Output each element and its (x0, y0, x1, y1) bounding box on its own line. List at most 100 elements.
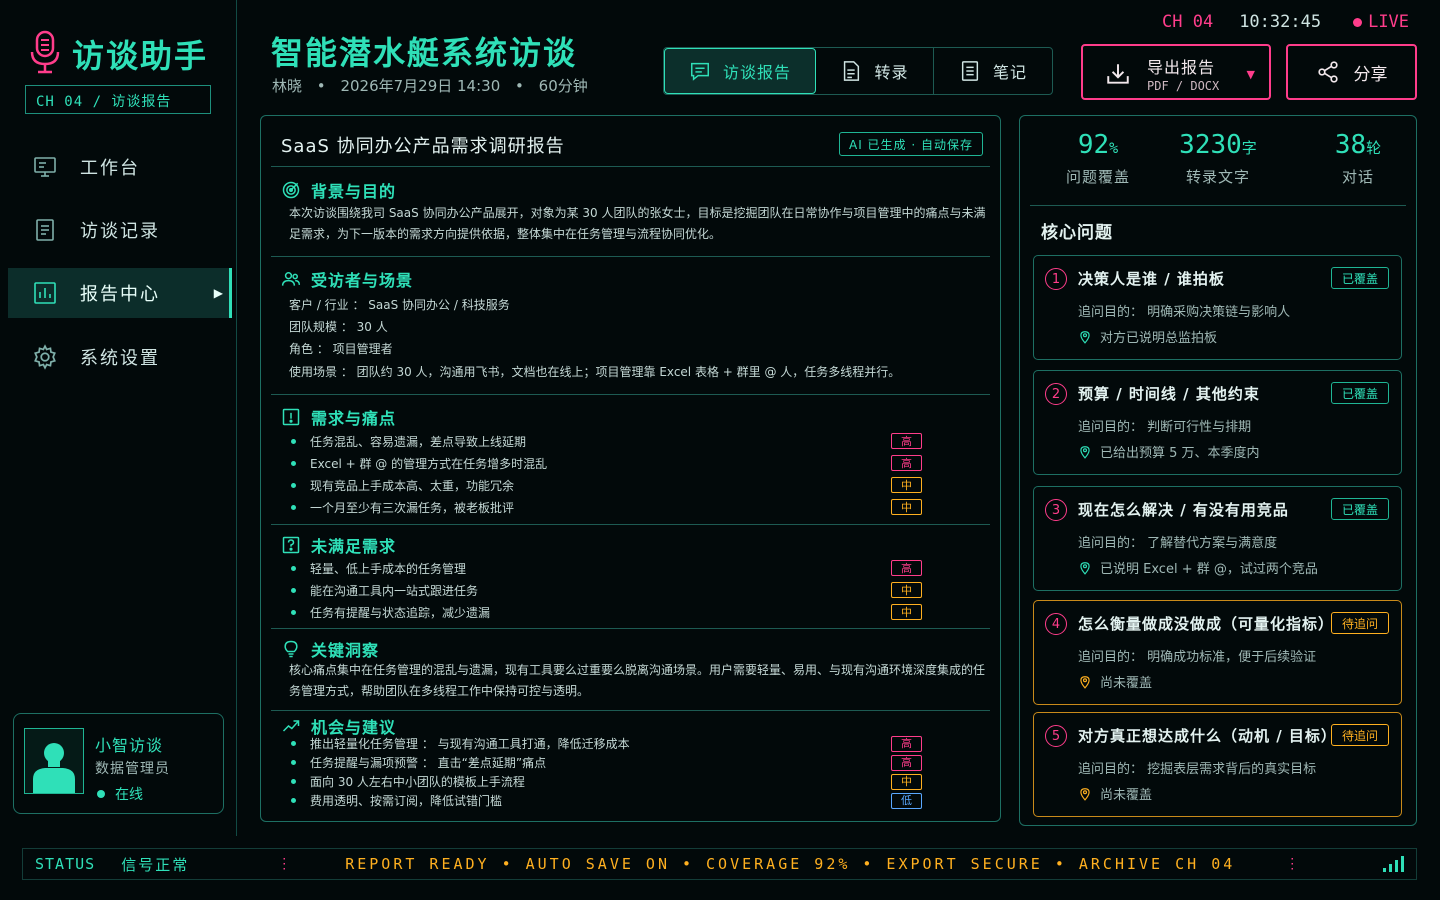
signal-bars-icon (1383, 856, 1405, 872)
question-card[interactable]: 4 怎么衡量做成没做成（可量化指标） 待追问 追问目的： 明确成功标准，便于后续… (1033, 600, 1402, 705)
section-title: 未满足需求 (311, 537, 397, 556)
question-icon (282, 536, 300, 554)
section-title: 需求与痛点 (311, 409, 397, 428)
share-label: 分享 (1353, 64, 1388, 85)
avatar (24, 728, 84, 794)
list-item: 任务有提醒与状态追踪，减少遗漏中 (289, 601, 979, 623)
pain-list: 任务混乱、容易遗漏，差点导致上线延期高 Excel + 群 @ 的管理方式在任务… (289, 430, 979, 518)
section-insight-text: 核心痛点集中在任务管理的混乱与遗漏，现有工具要么过重要么脱离沟通场景。用户需要轻… (289, 663, 986, 698)
users-icon (281, 272, 301, 286)
question-card[interactable]: 2 预算 / 时间线 / 其他约束 已覆盖 追问目的： 判断可行性与排期 已给出… (1033, 370, 1402, 475)
interviewee-scenario: 使用场景 ： 团队约 30 人，沟通用飞书，文档也在线上；项目管理靠 Excel… (289, 365, 901, 379)
list-item: 一个月至少有三次漏任务，被老板批评中 (289, 496, 979, 518)
divider (271, 628, 990, 629)
priority-badge: 高 (891, 433, 922, 449)
question-card[interactable]: 5 对方真正想达成什么（动机 / 目标） 待追问 追问目的： 挖掘表层需求背后的… (1033, 712, 1402, 817)
caret-right-icon: ▶ (213, 286, 225, 300)
chevron-down-icon[interactable]: ▼ (1247, 68, 1255, 81)
section-title: 关键洞察 (311, 641, 380, 660)
question-card[interactable]: 3 现在怎么解决 / 有没有用竞品 已覆盖 追问目的： 了解替代方案与满意度 已… (1033, 486, 1402, 591)
divider-icon: ⋮ (1285, 856, 1300, 872)
status-bar: STATUS 信号正常 ⋮ REPORT READY • AUTO SAVE ON •… (22, 848, 1417, 880)
document-icon (32, 217, 58, 243)
list-item: 任务提醒与漏项预警 ： 直击“差点延期”痛点高 (289, 753, 979, 772)
question-number: 1 (1045, 268, 1067, 290)
location-pin-icon (1080, 330, 1090, 344)
question-note: 已给出预算 5 万、本季度内 (1078, 442, 1260, 461)
priority-badge: 中 (891, 604, 922, 620)
question-title: 怎么衡量做成没做成（可量化指标） (1078, 615, 1335, 633)
report-title: SaaS 协同办公产品需求调研报告 (281, 136, 565, 157)
share-button[interactable]: 分享 (1286, 44, 1417, 100)
section-insight-heading: 关键洞察 (281, 637, 379, 661)
monitor-icon (32, 154, 58, 180)
user-card[interactable]: 小智访谈 数据管理员 在线 (13, 713, 224, 814)
question-number: 4 (1045, 613, 1067, 635)
divider (271, 710, 990, 711)
divider-icon: ⋮ (277, 856, 292, 872)
sidebar-item-workbench[interactable]: 工作台 (8, 142, 232, 192)
list-item: 推出轻量化任务管理 ： 与现有沟通工具打通，降低迁移成本高 (289, 734, 979, 753)
core-questions-title: 核心问题 (1041, 223, 1113, 243)
question-title: 对方真正想达成什么（动机 / 目标） (1078, 727, 1337, 745)
question-purpose: 追问目的： 明确采购决策链与影响人 (1078, 305, 1291, 320)
live-clock: 10:32:45 (1239, 12, 1322, 32)
priority-badge: 低 (891, 792, 922, 809)
section-title: 背景与目的 (311, 182, 397, 201)
location-pin-icon (1080, 787, 1090, 801)
report-panel: SaaS 协同办公产品需求调研报告 AI 已生成 · 自动保存 背景与目的 本次… (260, 115, 1001, 822)
gear-icon (32, 344, 58, 370)
status-state: 信号正常 (121, 855, 190, 874)
question-purpose: 追问目的： 挖掘表层需求背后的真实目标 (1078, 762, 1317, 777)
tab-label: 转录 (874, 63, 909, 82)
notes-icon (961, 61, 979, 81)
section-unmet-heading: 未满足需求 (281, 533, 396, 557)
user-name: 小智访谈 (95, 736, 164, 755)
microphone-icon (28, 30, 62, 78)
status-badge: 待追问 (1330, 612, 1389, 634)
sidebar-item-records[interactable]: 访谈记录 (8, 205, 232, 255)
question-title: 预算 / 时间线 / 其他约束 (1078, 385, 1260, 403)
list-item: 面向 30 人左右中小团队的模板上手流程中 (289, 772, 979, 791)
sidebar-item-label: 访谈记录 (80, 221, 160, 242)
online-dot-icon (97, 790, 105, 798)
section-title: 受访者与场景 (311, 271, 414, 290)
list-item: 现有竞品上手成本高、太重，功能冗余中 (289, 474, 979, 496)
user-status: 在线 (97, 784, 143, 804)
question-number: 2 (1045, 383, 1067, 405)
interview-duration: 60分钟 (538, 77, 588, 95)
file-icon (844, 61, 860, 81)
status-badge: 已覆盖 (1330, 267, 1389, 289)
live-indicator: LIVE (1353, 12, 1409, 32)
priority-badge: 高 (891, 735, 922, 752)
divider (271, 394, 990, 395)
export-report-button[interactable]: 导出报告 PDF / DOCX ▼ (1081, 44, 1271, 100)
question-card[interactable]: 1 决策人是谁 / 谁拍板 已覆盖 追问目的： 明确采购决策链与影响人 对方已说… (1033, 255, 1402, 360)
divider (271, 524, 990, 525)
tab-transcript[interactable]: 转录 (816, 48, 934, 94)
section-background-heading: 背景与目的 (281, 178, 396, 202)
question-note: 尚未覆盖 (1078, 784, 1152, 803)
status-label: STATUS (35, 855, 96, 873)
tab-label: 笔记 (992, 63, 1027, 82)
status-ticker: REPORT READY • AUTO SAVE ON • COVERAGE 92% • E… (345, 855, 1236, 873)
divider (271, 256, 990, 257)
sidebar-item-reports[interactable]: 报告中心 ▶ (8, 268, 232, 318)
live-channel: CH 04 (1162, 12, 1214, 32)
question-purpose: 追问目的： 了解替代方案与满意度 (1078, 536, 1278, 551)
list-item: 能在沟通工具内一站式跟进任务中 (289, 579, 979, 601)
section-interviewee-heading: 受访者与场景 (281, 267, 413, 291)
tab-report[interactable]: 访谈报告 (664, 48, 816, 94)
priority-badge: 中 (891, 773, 922, 790)
location-pin-icon (1080, 675, 1090, 689)
list-item: Excel + 群 @ 的管理方式在任务增多时混乱高 (289, 452, 979, 474)
interview-datetime: 2026年7月29日 14:30 (340, 77, 501, 95)
priority-badge: 高 (891, 560, 922, 576)
sidebar-item-label: 系统设置 (80, 348, 160, 369)
interviewee-industry: 客户 / 行业 ： SaaS 协同办公 / 科技服务 (289, 298, 510, 312)
question-number: 3 (1045, 499, 1067, 521)
sidebar-item-settings[interactable]: 系统设置 (8, 332, 232, 382)
question-purpose: 追问目的： 明确成功标准，便于后续验证 (1078, 650, 1317, 665)
tab-notes[interactable]: 笔记 (934, 48, 1052, 94)
alert-icon (282, 408, 300, 426)
